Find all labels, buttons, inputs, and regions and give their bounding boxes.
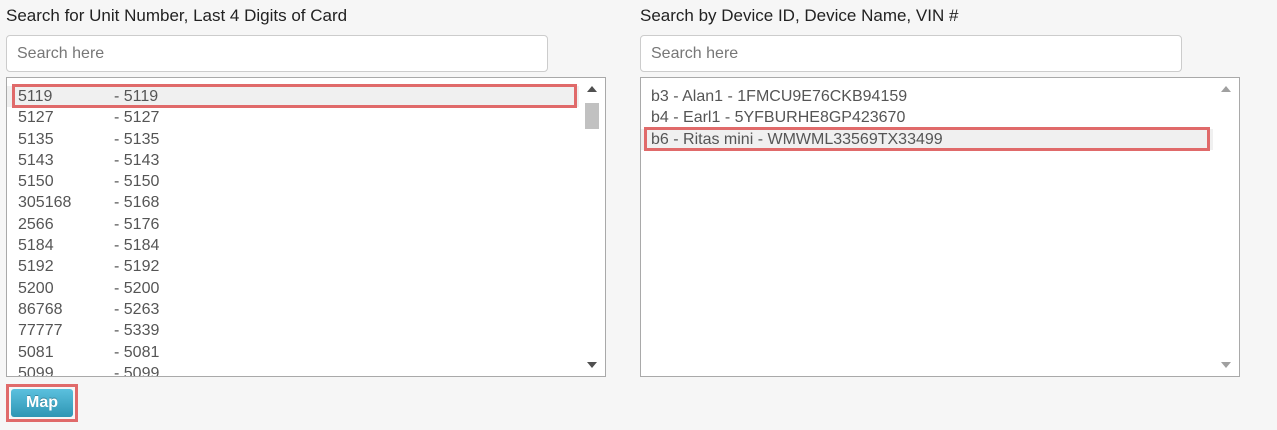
scroll-down-icon[interactable]: [1213, 354, 1239, 376]
unit-listbox[interactable]: 5119 - 5119 5127 - 5127 5135 - 5135 5143 - 5143…: [6, 77, 606, 377]
scroll-up-icon[interactable]: [579, 78, 605, 100]
card-digits: - 5119: [114, 88, 159, 105]
unit-number: 5150: [18, 173, 54, 191]
unit-list-item[interactable]: 5150 - 5150: [7, 171, 579, 192]
unit-list-item[interactable]: 5127 - 5127: [7, 107, 579, 128]
unit-list-item[interactable]: 86768 - 5263: [7, 299, 579, 320]
card-digits: - 5184: [114, 237, 160, 255]
unit-number: 5081: [18, 343, 54, 361]
device-search-label: Search by Device ID, Device Name, VIN #: [640, 6, 959, 25]
device-list-item[interactable]: b6 - Ritas mini - WMWML33569TX33499: [641, 128, 1213, 150]
card-digits: - 5176: [114, 215, 160, 233]
unit-number: 2566: [18, 215, 54, 233]
unit-list-item[interactable]: 5119 - 5119: [7, 86, 579, 108]
device-list-item[interactable]: b4 - Earl1 - 5YFBURHE8GP423670: [641, 107, 1213, 128]
unit-number: 5200: [18, 279, 54, 297]
scroll-thumb[interactable]: [585, 103, 599, 129]
device-list-scrollbar[interactable]: [1213, 78, 1239, 376]
device-search-input[interactable]: [640, 35, 1182, 72]
unit-number: 5135: [18, 130, 54, 148]
unit-number: 86768: [18, 300, 63, 318]
unit-number: 5184: [18, 237, 54, 255]
card-digits: - 5143: [114, 151, 160, 169]
unit-list: 5119 - 5119 5127 - 5127 5135 - 5135 5143 - 5143…: [7, 86, 579, 377]
unit-number: 305168: [18, 194, 72, 212]
unit-list-item[interactable]: 5192 - 5192: [7, 256, 579, 277]
unit-number: 5143: [18, 151, 54, 169]
card-digits: - 5168: [114, 194, 160, 212]
unit-list-item[interactable]: 5135 - 5135: [7, 129, 579, 150]
scroll-down-icon[interactable]: [579, 354, 605, 376]
unit-list-item[interactable]: 5200 - 5200: [7, 278, 579, 299]
card-digits: - 5200: [114, 279, 160, 297]
card-digits: - 5263: [114, 300, 160, 318]
device-list: b3 - Alan1 - 1FMCU9E76CKB94159 b4 - Earl1…: [641, 86, 1213, 150]
device-listbox[interactable]: b3 - Alan1 - 1FMCU9E76CKB94159 b4 - Earl1…: [640, 77, 1240, 377]
card-digits: - 5192: [114, 258, 160, 276]
unit-number: 5192: [18, 258, 54, 276]
card-digits: - 5099: [114, 364, 160, 377]
unit-search-label: Search for Unit Number, Last 4 Digits of…: [6, 6, 348, 25]
card-digits: - 5081: [114, 343, 160, 361]
map-button-highlight: Map: [6, 384, 78, 422]
card-digits: - 5150: [114, 173, 160, 191]
card-digits: - 5135: [114, 130, 160, 148]
unit-number: 77777: [18, 322, 63, 340]
card-digits: - 5127: [114, 109, 160, 127]
unit-list-item[interactable]: 2566 - 5176: [7, 214, 579, 235]
unit-list-item[interactable]: 5184 - 5184: [7, 235, 579, 256]
map-button[interactable]: Map: [11, 389, 73, 417]
scroll-up-icon[interactable]: [1213, 78, 1239, 100]
device-list-item[interactable]: b3 - Alan1 - 1FMCU9E76CKB94159: [641, 86, 1213, 107]
unit-search-input[interactable]: [6, 35, 548, 72]
unit-number: 5119: [18, 88, 53, 105]
unit-list-item[interactable]: 5099 - 5099: [7, 363, 579, 377]
unit-list-item[interactable]: 5081 - 5081: [7, 342, 579, 363]
unit-number: 5099: [18, 364, 54, 377]
card-digits: - 5339: [114, 322, 160, 340]
unit-number: 5127: [18, 109, 54, 127]
unit-list-scrollbar[interactable]: [579, 78, 605, 376]
unit-list-item[interactable]: 305168 - 5168: [7, 192, 579, 213]
unit-list-item[interactable]: 77777 - 5339: [7, 320, 579, 341]
unit-list-item[interactable]: 5143 - 5143: [7, 150, 579, 171]
